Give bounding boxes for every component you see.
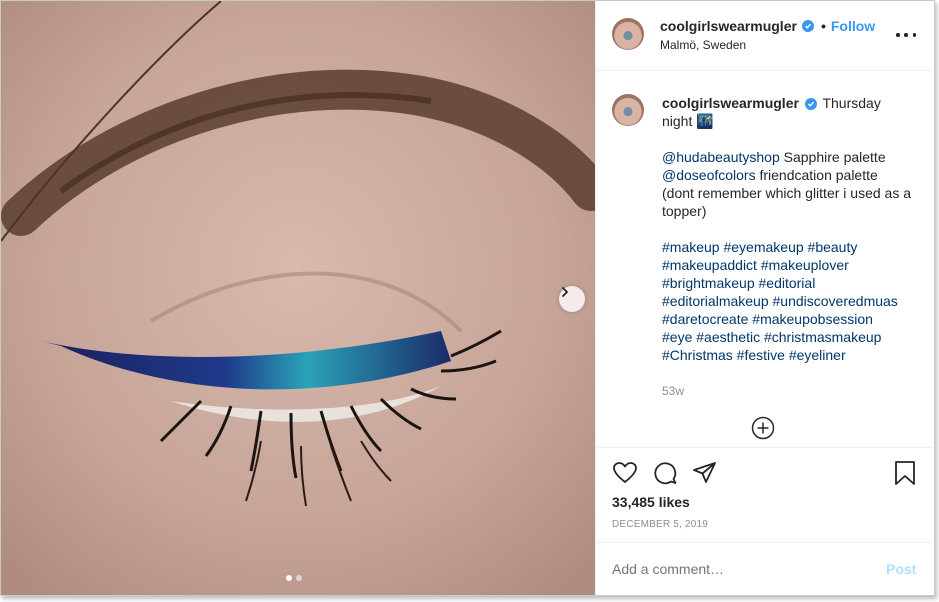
hashtag-line[interactable]: #brightmakeup #editorial bbox=[662, 274, 922, 292]
post-photo[interactable] bbox=[1, 1, 595, 595]
mention-link[interactable]: @hudabeautyshop bbox=[662, 149, 780, 165]
share-icon[interactable] bbox=[692, 460, 718, 486]
post-date: DECEMBER 5, 2019 bbox=[612, 519, 709, 530]
comment-icon[interactable] bbox=[652, 460, 678, 486]
separator-dot: • bbox=[820, 18, 826, 34]
caption-note: (dont remember which glitter i used as a… bbox=[662, 185, 911, 219]
add-comment-bar: Post bbox=[596, 542, 934, 595]
post-window: coolgirlswearmugler • Follow Malmö, Swed… bbox=[0, 0, 935, 596]
eye-makeup-image bbox=[1, 1, 595, 595]
location-link[interactable]: Malmö, Sweden bbox=[660, 38, 746, 52]
username-link[interactable]: coolgirlswearmugler bbox=[660, 18, 797, 34]
verified-icon bbox=[801, 20, 814, 32]
post-comment-button[interactable]: Post bbox=[886, 561, 916, 577]
next-slide-button[interactable] bbox=[559, 286, 585, 312]
mention-link[interactable]: @doseofcolors bbox=[662, 167, 756, 183]
mention-text: Sapphire palette bbox=[783, 149, 886, 165]
carousel-dot-active bbox=[286, 575, 292, 581]
post-header: coolgirlswearmugler • Follow Malmö, Swed… bbox=[596, 1, 934, 71]
hashtag-line[interactable]: #eye #aesthetic #christmasmakeup bbox=[662, 328, 922, 346]
mention-text: friendcation palette bbox=[759, 167, 878, 183]
caption-text-line2: night 🌃 bbox=[662, 113, 714, 129]
actions-bar: 33,485 likes DECEMBER 5, 2019 bbox=[596, 447, 934, 542]
carousel-dot bbox=[296, 575, 302, 581]
heart-icon[interactable] bbox=[612, 460, 638, 486]
more-icon-dot bbox=[912, 33, 916, 37]
more-icon bbox=[896, 33, 900, 37]
load-more-icon[interactable] bbox=[751, 416, 775, 440]
hashtag-line[interactable]: #Christmas #festive #eyeliner bbox=[662, 346, 922, 364]
caption-hashtags: #makeup #eyemakeup #beauty #makeupaddict… bbox=[662, 238, 922, 364]
hashtag-line[interactable]: #makeup #eyemakeup #beauty bbox=[662, 238, 922, 256]
more-icon-dot bbox=[904, 33, 908, 37]
caption: coolgirlswearmugler Thursday night 🌃 @hu… bbox=[662, 94, 922, 400]
header-user-row: coolgirlswearmugler • Follow bbox=[660, 18, 875, 34]
caption-first-line: coolgirlswearmugler Thursday bbox=[662, 94, 922, 112]
caption-mentions: @hudabeautyshop Sapphire palette @doseof… bbox=[662, 148, 922, 220]
like-count[interactable]: 33,485 likes bbox=[612, 494, 690, 510]
more-options-button[interactable] bbox=[894, 25, 918, 45]
comment-input[interactable] bbox=[612, 561, 872, 577]
follow-button[interactable]: Follow bbox=[831, 18, 875, 34]
comments-section: coolgirlswearmugler Thursday night 🌃 @hu… bbox=[596, 71, 934, 447]
avatar[interactable] bbox=[612, 18, 644, 50]
hashtag-line[interactable]: #daretocreate #makeupobsession bbox=[662, 310, 922, 328]
caption-text: Thursday bbox=[822, 95, 881, 111]
verified-icon bbox=[804, 98, 817, 111]
hashtag-line[interactable]: #makeupaddict #makeuplover bbox=[662, 256, 922, 274]
caption-timestamp: 53w bbox=[662, 384, 685, 398]
post-sidebar: coolgirlswearmugler • Follow Malmö, Swed… bbox=[595, 1, 934, 595]
caption-avatar[interactable] bbox=[612, 94, 644, 126]
hashtag-line[interactable]: #editorialmakeup #undiscoveredmuas bbox=[662, 292, 922, 310]
chevron-right-icon bbox=[562, 287, 569, 297]
carousel-indicator bbox=[286, 575, 302, 581]
bookmark-icon[interactable] bbox=[892, 460, 918, 486]
caption-username[interactable]: coolgirlswearmugler bbox=[662, 95, 799, 111]
